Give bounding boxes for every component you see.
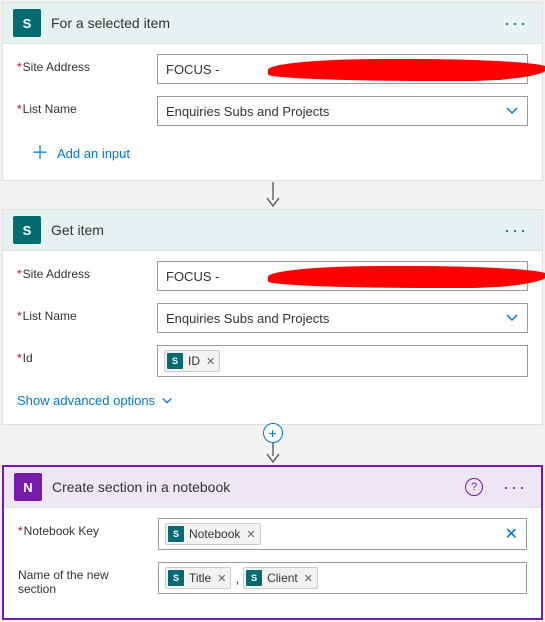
card-title: Get item [51,222,490,238]
site-address-label: Site Address [17,54,147,74]
action-card-selected-item: S For a selected item ··· Site Address F… [2,2,543,181]
sharepoint-icon: S [13,216,41,244]
clear-field-button[interactable]: ✕ [501,524,522,544]
site-address-value: FOCUS - [166,62,219,77]
flow-connector: + [2,425,543,465]
notebook-key-field[interactable]: S Notebook ✕ ✕ [158,518,527,550]
site-address-label: Site Address [17,261,147,281]
section-name-field[interactable]: S Title ✕ , S Client ✕ [158,562,527,594]
card-body: Site Address FOCUS - List Name Enquiries… [3,44,542,180]
card-title: For a selected item [51,15,490,31]
arrow-down-icon [263,442,283,464]
onenote-icon: N [14,473,42,501]
list-name-label: List Name [17,303,147,323]
more-menu-button[interactable]: ··· [499,477,531,498]
list-name-dropdown[interactable]: Enquiries Subs and Projects [157,96,528,126]
list-name-value: Enquiries Subs and Projects [166,104,329,119]
card-title: Create section in a notebook [52,479,455,495]
card-body: Site Address FOCUS - List Name Enquiries… [3,251,542,424]
token-client[interactable]: S Client ✕ [243,567,318,589]
token-remove-button[interactable]: ✕ [246,528,255,541]
chevron-down-icon [161,395,173,407]
token-label: Notebook [189,527,240,541]
token-title[interactable]: S Title ✕ [165,567,231,589]
redacted-content [268,59,545,81]
plus-icon: ＋ [31,144,49,162]
card-header[interactable]: S For a selected item ··· [3,3,542,44]
card-header[interactable]: N Create section in a notebook ? ··· [4,467,541,508]
action-card-get-item: S Get item ··· Site Address FOCUS - List… [2,209,543,425]
id-field[interactable]: S ID ✕ [157,345,528,377]
sharepoint-mini-icon: S [168,526,184,542]
token-id[interactable]: S ID ✕ [164,350,220,372]
notebook-key-label: Notebook Key [18,518,148,538]
arrow-down-icon [263,182,283,208]
redacted-content [268,266,545,288]
list-name-dropdown[interactable]: Enquiries Subs and Projects [157,303,528,333]
site-address-dropdown[interactable]: FOCUS - [157,54,528,84]
sharepoint-icon: S [13,9,41,37]
action-card-create-section: N Create section in a notebook ? ··· Not… [2,465,543,620]
id-label: Id [17,345,147,365]
show-advanced-options-button[interactable]: Show advanced options [17,389,175,414]
plus-icon: + [268,425,276,441]
site-address-dropdown[interactable]: FOCUS - [157,261,528,291]
site-address-value: FOCUS - [166,269,219,284]
insert-step-button[interactable]: + [263,423,283,443]
list-name-label: List Name [17,96,147,116]
sharepoint-mini-icon: S [167,353,183,369]
token-remove-button[interactable]: ✕ [304,572,313,585]
more-menu-button[interactable]: ··· [500,13,532,34]
card-body: Notebook Key S Notebook ✕ ✕ Name of the … [4,508,541,618]
list-name-value: Enquiries Subs and Projects [166,311,329,326]
sharepoint-mini-icon: S [246,570,262,586]
chevron-down-icon [505,311,519,325]
token-label: Client [267,571,298,585]
separator: , [235,571,239,586]
flow-connector [2,181,543,209]
add-input-label: Add an input [57,146,130,161]
section-name-label: Name of the new section [18,562,148,596]
chevron-down-icon [505,104,519,118]
more-menu-button[interactable]: ··· [500,220,532,241]
add-input-button[interactable]: ＋ Add an input [17,138,132,170]
token-label: ID [188,354,200,368]
token-notebook[interactable]: S Notebook ✕ [165,523,261,545]
help-button[interactable]: ? [465,478,483,496]
card-header[interactable]: S Get item ··· [3,210,542,251]
advanced-options-label: Show advanced options [17,393,155,408]
sharepoint-mini-icon: S [168,570,184,586]
token-remove-button[interactable]: ✕ [206,355,215,368]
token-remove-button[interactable]: ✕ [217,572,226,585]
token-label: Title [189,571,211,585]
